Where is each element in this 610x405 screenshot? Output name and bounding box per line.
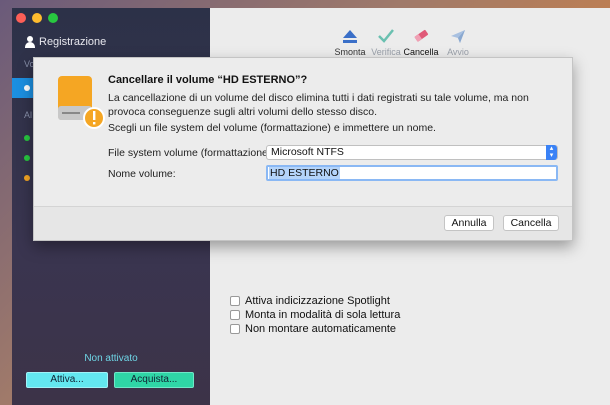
volume-name-input[interactable]: HD ESTERNO bbox=[266, 165, 558, 181]
verify-label: Verifica bbox=[371, 47, 401, 57]
sidebar-section-other: Al bbox=[24, 110, 33, 120]
registration-label: Registrazione bbox=[39, 36, 107, 48]
dialog-title: Cancellare il volume “HD ESTERNO”? bbox=[108, 74, 308, 86]
file-system-value: Microsoft NTFS bbox=[271, 146, 344, 158]
zoom-window-button[interactable] bbox=[48, 13, 58, 23]
file-system-label: File system volume (formattazione): bbox=[108, 147, 275, 159]
window-controls bbox=[16, 13, 58, 23]
spotlight-checkbox[interactable] bbox=[230, 296, 240, 306]
paper-plane-icon bbox=[451, 30, 465, 43]
status-dot-icon bbox=[24, 175, 30, 181]
activation-status: Non attivato bbox=[84, 353, 138, 364]
file-system-select[interactable]: Microsoft NTFS ▴ ▾ bbox=[266, 145, 558, 160]
launch-label: Avvio bbox=[447, 47, 469, 57]
readonly-checkbox[interactable] bbox=[230, 310, 240, 320]
unmount-label: Smonta bbox=[334, 47, 366, 57]
checkmark-icon bbox=[378, 29, 394, 43]
select-chevron-icon: ▴ ▾ bbox=[546, 145, 557, 160]
eraser-icon bbox=[414, 29, 429, 42]
close-window-button[interactable] bbox=[16, 13, 26, 23]
status-dot-icon bbox=[24, 135, 30, 141]
readonly-option[interactable]: Monta in modalità di sola lettura bbox=[230, 308, 400, 322]
volume-name-value: HD ESTERNO bbox=[269, 167, 340, 179]
spotlight-option[interactable]: Attiva indicizzazione Spotlight bbox=[230, 294, 400, 308]
readonly-label: Monta in modalità di sola lettura bbox=[245, 309, 401, 321]
activate-button[interactable]: Attiva... bbox=[26, 372, 108, 388]
registration-link[interactable]: Registrazione bbox=[24, 36, 106, 48]
erase-dialog: Cancellare il volume “HD ESTERNO”? La ca… bbox=[33, 57, 573, 241]
status-dot-icon bbox=[24, 155, 30, 161]
launch-button[interactable]: Avvio bbox=[436, 28, 480, 57]
minimize-window-button[interactable] bbox=[32, 13, 42, 23]
external-disk-warning-icon bbox=[58, 76, 105, 129]
person-icon bbox=[24, 36, 36, 48]
nomount-checkbox[interactable] bbox=[230, 324, 240, 334]
volume-name-label: Nome volume: bbox=[108, 168, 176, 180]
eject-icon bbox=[343, 30, 357, 43]
volume-dot-icon bbox=[24, 85, 30, 91]
spotlight-label: Attiva indicizzazione Spotlight bbox=[245, 295, 390, 307]
dialog-description: La cancellazione di un volume del disco … bbox=[108, 92, 529, 118]
buy-button[interactable]: Acquista... bbox=[114, 372, 194, 388]
dialog-instructions: Scegli un file system del volume (format… bbox=[108, 122, 436, 134]
cancel-button[interactable]: Annulla bbox=[444, 215, 494, 231]
volume-options: Attiva indicizzazione Spotlight Monta in… bbox=[230, 294, 400, 336]
erase-label: Cancella bbox=[403, 47, 439, 57]
nomount-option[interactable]: Non montare automaticamente bbox=[230, 322, 400, 336]
confirm-erase-button[interactable]: Cancella bbox=[503, 215, 559, 231]
nomount-label: Non montare automaticamente bbox=[245, 323, 397, 335]
